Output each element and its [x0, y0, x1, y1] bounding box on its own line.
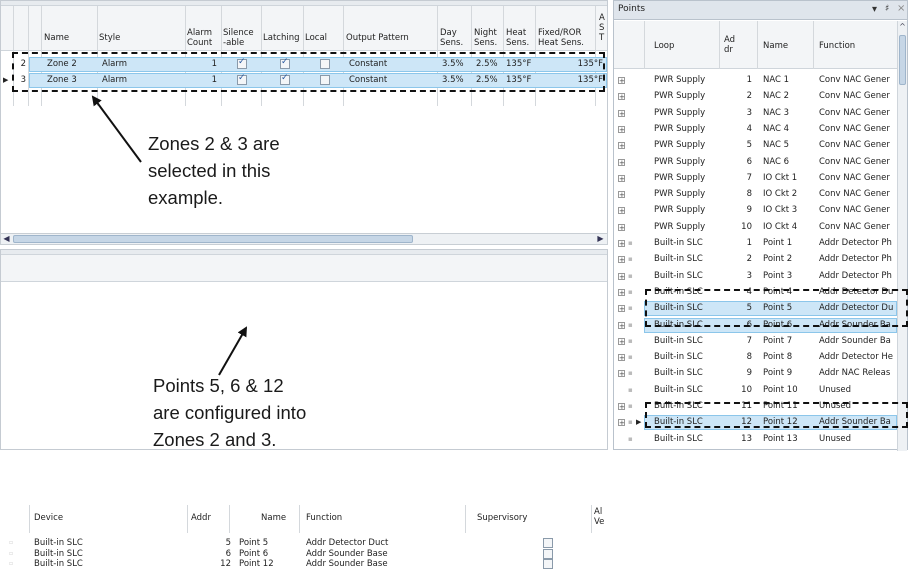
zones-note-line-3: example.	[148, 187, 224, 208]
zones-note-line-1: Zones 2 & 3 are	[148, 133, 280, 154]
column-header-supervisory[interactable]: Supervisory	[477, 513, 527, 523]
zones-annotation-text: Zones 2 & 3 are selected in this example…	[148, 130, 280, 211]
column-divider	[29, 505, 30, 533]
column-divider	[299, 505, 300, 533]
column-header-device[interactable]: Device	[34, 513, 63, 523]
column-divider	[465, 505, 466, 533]
point-addr[interactable]: 12	[201, 558, 231, 570]
column-header-function[interactable]: Function	[306, 513, 342, 523]
column-header-al[interactable]: Al	[594, 507, 602, 517]
row-indicator: ▫	[9, 560, 14, 567]
annotation-arrows	[91, 95, 247, 376]
points-note-line-1: Points 5, 6 & 12	[153, 375, 284, 396]
column-divider	[229, 505, 230, 533]
points-note-line-3: Zones 2 and 3.	[153, 429, 277, 450]
column-header-name[interactable]: Name	[261, 513, 286, 523]
supervisory-checkbox[interactable]	[543, 559, 553, 569]
point-function[interactable]: Addr Sounder Base	[306, 558, 388, 570]
column-divider	[591, 505, 592, 533]
zones-note-line-2: selected in this	[148, 160, 271, 181]
supervisory-checkbox[interactable]	[543, 548, 553, 559]
points-arrow	[218, 326, 247, 376]
points-note-line-2: are configured into	[153, 402, 307, 423]
zone-point-row[interactable]	[2, 559, 606, 569]
zones-arrow	[91, 95, 142, 163]
column-header-ve[interactable]: Ve	[594, 517, 604, 527]
points-annotation-text: Points 5, 6 & 12 are configured into Zon…	[153, 372, 306, 453]
point-device[interactable]: Built-in SLC	[34, 558, 83, 570]
column-header-addr[interactable]: Addr	[191, 513, 211, 523]
column-divider	[187, 505, 188, 533]
supervisory-checkbox[interactable]	[543, 538, 553, 548]
zone-point-row[interactable]	[2, 549, 606, 559]
point-name[interactable]: Point 12	[239, 558, 274, 570]
zone-point-row[interactable]	[2, 538, 606, 548]
